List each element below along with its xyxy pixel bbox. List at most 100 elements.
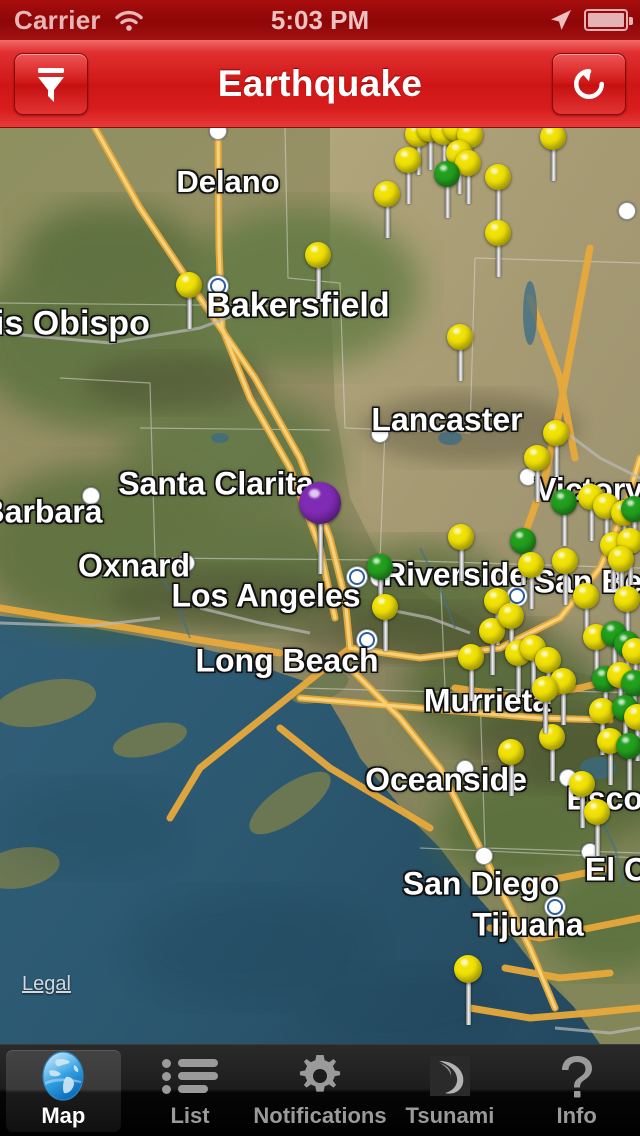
tab-label-map: Map [41, 1103, 86, 1128]
refresh-circular-arrow-icon [573, 68, 604, 99]
pin-head [518, 552, 544, 578]
pin-head [621, 496, 640, 522]
city-label: Delano [176, 164, 280, 199]
city-label: Lancaster [371, 401, 523, 438]
pin-needle [607, 752, 613, 785]
tab-notifications[interactable]: Notifications [253, 1045, 387, 1136]
pin-needle [549, 748, 555, 781]
pin-head [616, 733, 640, 759]
pin-head [614, 586, 640, 612]
pin-head [584, 799, 610, 825]
pin-head [176, 272, 202, 298]
pin-head [299, 482, 341, 524]
pin-head [485, 164, 511, 190]
pin-head [454, 955, 482, 983]
pin-needle [553, 444, 559, 477]
pin-head [543, 420, 569, 446]
question-mark-icon [555, 1050, 599, 1102]
city-label: Bakersfield [206, 286, 390, 325]
status-bar: Carrier 5:03 PM [0, 0, 640, 40]
city-label: Oceanside [365, 761, 527, 798]
pin-needle [495, 244, 501, 277]
pin-head [552, 548, 578, 574]
pin-needle [405, 171, 411, 204]
city-label: uis Obispo [0, 304, 150, 343]
pin-head [532, 676, 558, 702]
pin-needle [534, 469, 540, 502]
pin-needle [550, 148, 556, 181]
city-label: Los Angeles [171, 577, 361, 614]
pin-head [395, 147, 421, 173]
pin-needle [384, 205, 390, 238]
city-label: San Diego [402, 865, 560, 902]
pin-head [448, 524, 474, 550]
pin-needle [562, 572, 568, 605]
pin-needle [588, 508, 594, 541]
gear-icon [296, 1050, 344, 1102]
filter-button[interactable] [14, 52, 88, 115]
pin-needle [542, 700, 548, 733]
pin-needle [382, 618, 388, 651]
status-bar-time: 5:03 PM [270, 4, 370, 35]
pin-head [305, 242, 331, 268]
pin-head [573, 583, 599, 609]
pin-head [485, 220, 511, 246]
page-title: Earthquake [217, 62, 423, 104]
pin-head [510, 528, 536, 554]
pin-needle [465, 174, 471, 204]
pin-head [498, 739, 524, 765]
pin-needle [594, 823, 600, 856]
tab-tsunami[interactable]: Tsunami [387, 1045, 514, 1136]
tab-list[interactable]: List [127, 1045, 254, 1136]
map-view[interactable]: Delano Bakersfield uis Obispo Lancaster Sant… [0, 128, 640, 1044]
pin-needle [468, 668, 474, 701]
city-label: Santa Clarita [118, 465, 314, 502]
pin-head [434, 161, 460, 187]
pin-needle [489, 642, 495, 675]
pin-needle [508, 763, 514, 796]
tab-label-list: List [170, 1103, 210, 1128]
tab-label-notifications: Notifications [253, 1103, 387, 1128]
pin-head [498, 603, 524, 629]
pin-head [621, 670, 640, 696]
pin-head [367, 554, 393, 580]
city-label: Barbara [0, 493, 103, 530]
pin-head [608, 546, 634, 572]
tab-label-info: Info [556, 1103, 597, 1128]
pin-needle [626, 757, 632, 790]
wave-icon [427, 1050, 473, 1102]
city-marker [618, 202, 636, 220]
pin-needle [515, 664, 521, 697]
tab-map[interactable]: Map [0, 1045, 127, 1136]
globe-icon [36, 1050, 90, 1102]
pin-head [569, 771, 595, 797]
pin-needle [561, 513, 567, 546]
app-screen: Carrier 5:03 PM Earthquake Delano Bakers… [0, 0, 640, 1136]
pin-head [372, 594, 398, 620]
list-bullets-icon [162, 1050, 219, 1102]
city-label: Tijuana [472, 906, 584, 943]
pin-needle [495, 188, 501, 221]
pin-needle [427, 140, 433, 170]
funnel-filter-icon [38, 67, 64, 102]
pin-needle [458, 548, 464, 581]
pin-needle [528, 576, 534, 609]
tab-info[interactable]: Info [513, 1045, 640, 1136]
pin-needle [465, 981, 471, 1025]
pin-head [458, 644, 484, 670]
pin-needle [186, 296, 192, 329]
legal-link[interactable]: Legal [22, 973, 71, 996]
navigation-bar: Earthquake [0, 40, 640, 128]
city-marker [475, 847, 493, 865]
pin-head [524, 445, 550, 471]
pin-needle [444, 185, 450, 218]
city-label: Long Beach [195, 642, 379, 679]
city-label: Riverside [382, 556, 528, 593]
pin-needle [560, 692, 566, 725]
pin-head [447, 324, 473, 350]
city-label: El C [584, 851, 640, 888]
battery-full-icon [584, 9, 633, 31]
pin-needle [457, 348, 463, 381]
refresh-button[interactable] [551, 52, 626, 115]
pin-head [374, 181, 400, 207]
